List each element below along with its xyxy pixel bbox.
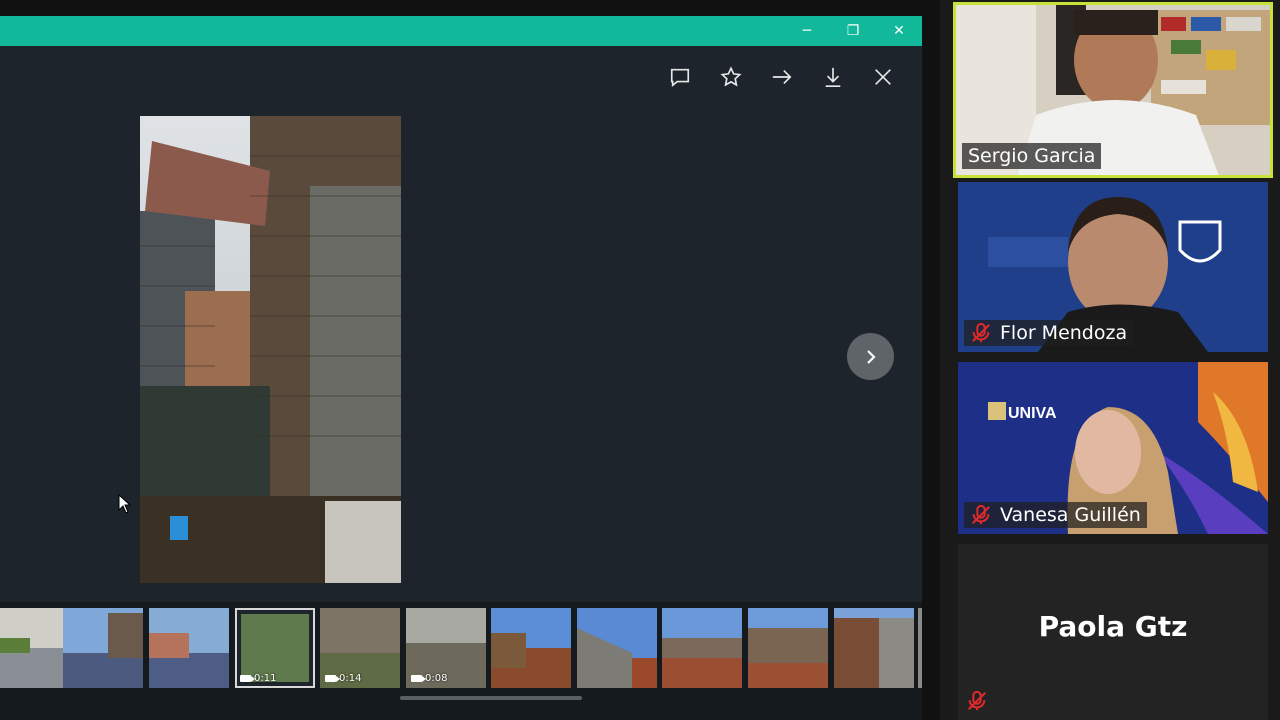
- comment-icon: [670, 68, 690, 87]
- thumbnail[interactable]: [662, 608, 742, 688]
- microphone-muted-icon: [972, 504, 990, 525]
- video-duration: 0:14: [325, 673, 361, 684]
- video-camera-icon: [325, 675, 340, 682]
- video-duration: 0:11: [240, 673, 276, 684]
- meeting-window: ─ ❐ ✕ 0:11 0:14 0:08 Sergio Garcia Flor …: [0, 0, 1280, 720]
- thumbnail[interactable]: [834, 608, 914, 688]
- share-button[interactable]: [765, 62, 799, 92]
- share-top-border: [0, 0, 940, 16]
- minimize-button[interactable]: ─: [784, 16, 830, 46]
- shared-screen: ─ ❐ ✕ 0:11 0:14 0:08: [0, 0, 940, 720]
- filmstrip: 0:11 0:14 0:08: [0, 602, 922, 720]
- favorite-button[interactable]: [714, 62, 748, 92]
- participants-panel: Sergio Garcia Flor Mendoza UNIVA Vanesa …: [940, 0, 1280, 720]
- univa-logo: UNIVA: [1008, 405, 1057, 422]
- close-viewer-button[interactable]: [866, 62, 900, 92]
- participant-name-tag: Vanesa Guillén: [964, 502, 1147, 528]
- close-icon: [875, 69, 891, 85]
- thumbnail[interactable]: 0:08: [406, 608, 486, 688]
- filmstrip-scrollbar[interactable]: [400, 696, 582, 700]
- download-icon: [825, 67, 841, 87]
- thumbnail[interactable]: [748, 608, 828, 688]
- close-window-button[interactable]: ✕: [876, 16, 922, 46]
- participant-tile-flor[interactable]: Flor Mendoza: [958, 182, 1268, 352]
- thumbnail[interactable]: [577, 608, 657, 688]
- participant-tile-vanesa[interactable]: UNIVA Vanesa Guillén: [958, 362, 1268, 534]
- share-arrow-icon: [772, 69, 792, 85]
- participant-tile-paola[interactable]: Paola Gtz: [958, 544, 1268, 720]
- thumbnail-selected[interactable]: 0:11: [235, 608, 315, 688]
- video-camera-icon: [240, 675, 255, 682]
- chevron-right-icon: [866, 349, 876, 364]
- video-duration: 0:08: [411, 673, 447, 684]
- photos-app-titlebar: ─ ❐ ✕: [0, 16, 922, 46]
- participant-name-large: Paola Gtz: [1038, 610, 1188, 643]
- thumbnail[interactable]: 0:14: [320, 608, 400, 688]
- microphone-muted-icon: [968, 690, 986, 711]
- participant-tile-sergio[interactable]: Sergio Garcia: [953, 2, 1273, 178]
- participant-name-tag: Sergio Garcia: [962, 143, 1102, 169]
- participant-name-tag: Flor Mendoza: [964, 320, 1134, 346]
- download-button[interactable]: [816, 62, 850, 92]
- video-camera-icon: [411, 675, 426, 682]
- mouse-cursor-icon: [118, 494, 132, 514]
- thumbnail[interactable]: [63, 608, 143, 688]
- comment-button[interactable]: [663, 62, 697, 92]
- share-right-border: [922, 16, 940, 720]
- thumbnail[interactable]: [149, 608, 229, 688]
- thumbnail[interactable]: [0, 608, 70, 688]
- next-photo-button[interactable]: [847, 333, 894, 380]
- maximize-button[interactable]: ❐: [830, 16, 876, 46]
- star-icon: [720, 66, 742, 87]
- photo-viewer: 0:11 0:14 0:08: [0, 46, 922, 720]
- thumbnail[interactable]: [491, 608, 571, 688]
- main-photo: [140, 116, 401, 583]
- microphone-muted-icon: [972, 322, 990, 343]
